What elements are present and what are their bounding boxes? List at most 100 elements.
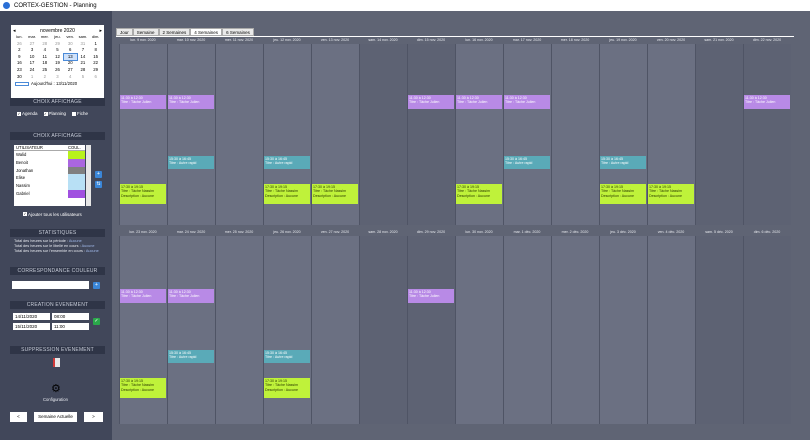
user-color-swatch[interactable] bbox=[68, 151, 85, 159]
day-column[interactable] bbox=[743, 236, 791, 424]
calendar-event[interactable]: 11:30 à 12:30 Titre : Tâche Julien bbox=[456, 95, 502, 109]
day-column[interactable] bbox=[407, 44, 455, 225]
calendar-event[interactable]: 11:30 à 12:30 Titre : Tâche Julien bbox=[168, 289, 214, 303]
day-column[interactable] bbox=[743, 44, 791, 225]
calendar-day[interactable]: 3 bbox=[51, 74, 64, 81]
calendar-day[interactable]: 6 bbox=[64, 47, 77, 54]
calendar-event[interactable]: 11:30 à 12:30 Titre : Tâche Julien bbox=[120, 95, 166, 109]
user-row[interactable]: Jonathan bbox=[14, 166, 85, 175]
user-color-swatch[interactable] bbox=[68, 182, 85, 190]
calendar-event[interactable]: 17:30 à 19:15 Titre : Tâche Nassim Descrip… bbox=[264, 378, 310, 398]
day-column[interactable] bbox=[167, 236, 215, 424]
calendar-day[interactable]: 9 bbox=[13, 54, 26, 61]
day-column[interactable] bbox=[455, 236, 503, 424]
start-date-field[interactable]: 14/11/2020 bbox=[13, 313, 50, 320]
calendar-day[interactable]: 10 bbox=[26, 54, 39, 61]
delete-event-icon[interactable] bbox=[53, 358, 60, 367]
calendar-event[interactable]: 11:30 à 12:30 Titre : Tâche Julien bbox=[504, 95, 550, 109]
calendar-event[interactable]: 17:30 à 19:15 Titre : Tâche Nassim Descrip… bbox=[264, 184, 310, 204]
agenda-checkbox[interactable]: ✓ Agenda bbox=[17, 111, 38, 116]
calendar-event[interactable]: 17:30 à 19:15 Titre : Tâche Nassim Descrip… bbox=[600, 184, 646, 204]
calendar-event[interactable]: 15:30 à 16:45 Titre : Autre rapid bbox=[504, 156, 550, 169]
calendar-day[interactable]: 30 bbox=[64, 41, 77, 48]
calendar-day[interactable]: 6 bbox=[89, 74, 102, 81]
next-week-button[interactable]: > bbox=[84, 412, 103, 422]
calendar-day[interactable]: 12 bbox=[51, 54, 64, 61]
start-time-field[interactable]: 08:00 bbox=[52, 313, 89, 320]
calendar-day[interactable]: 19 bbox=[51, 60, 64, 67]
calendar-day[interactable]: 23 bbox=[13, 67, 26, 74]
day-column[interactable] bbox=[215, 236, 263, 424]
calendar-event[interactable]: 17:30 à 19:15 Titre : Tâche Nassim Descrip… bbox=[120, 378, 166, 398]
day-column[interactable] bbox=[359, 236, 407, 424]
end-date-field[interactable]: 15/11/2020 bbox=[13, 323, 50, 330]
calendar-day[interactable]: 16 bbox=[13, 60, 26, 67]
calendar-day[interactable]: 24 bbox=[26, 67, 39, 74]
user-color-swatch[interactable] bbox=[68, 189, 85, 198]
calendar-event[interactable]: 15:30 à 16:45 Titre : Autre rapid bbox=[168, 350, 214, 363]
calendar-day[interactable]: 5 bbox=[51, 47, 64, 54]
calendar-day[interactable]: 5 bbox=[77, 74, 90, 81]
calendar-event[interactable]: 11:30 à 12:30 Titre : Tâche Julien bbox=[408, 95, 454, 109]
day-column[interactable] bbox=[647, 236, 695, 424]
calendar-day[interactable]: 28 bbox=[77, 67, 90, 74]
calendar-event[interactable]: 15:30 à 16:45 Titre : Autre rapid bbox=[168, 156, 214, 169]
next-month-button[interactable]: ▸ bbox=[99, 28, 102, 34]
tab-day[interactable]: Jour bbox=[116, 28, 133, 36]
calendar-day[interactable]: 13 bbox=[62, 52, 78, 62]
calendar-day[interactable]: 14 bbox=[77, 54, 90, 61]
calendar-day[interactable]: 29 bbox=[89, 67, 102, 74]
user-color-swatch[interactable] bbox=[68, 166, 85, 175]
day-column[interactable] bbox=[503, 44, 551, 225]
calendar-day[interactable]: 21 bbox=[77, 60, 90, 67]
calendar-day[interactable]: 26 bbox=[13, 41, 26, 48]
calendar-event[interactable]: 11:30 à 12:30 Titre : Tâche Julien bbox=[744, 95, 790, 109]
calendar-day[interactable]: 15 bbox=[89, 54, 102, 61]
day-column[interactable] bbox=[167, 44, 215, 225]
end-time-field[interactable]: 11:00 bbox=[52, 323, 89, 330]
calendar-day[interactable]: 4 bbox=[64, 74, 77, 81]
day-column[interactable] bbox=[215, 44, 263, 225]
calendar-day[interactable]: 27 bbox=[26, 41, 39, 48]
day-column[interactable] bbox=[551, 44, 599, 225]
user-row[interactable]: Walid bbox=[14, 151, 85, 159]
calendar-day[interactable]: 28 bbox=[38, 41, 51, 48]
tab-4-weeks[interactable]: 4 Semaines bbox=[190, 28, 223, 36]
tab-week[interactable]: Semaine bbox=[132, 28, 159, 36]
day-column[interactable] bbox=[359, 44, 407, 225]
calendar-day[interactable]: 3 bbox=[26, 47, 39, 54]
calendar-day[interactable]: 30 bbox=[13, 74, 26, 81]
calendar-event[interactable]: 11:30 à 12:30 Titre : Tâche Julien bbox=[168, 95, 214, 109]
create-event-confirm-button[interactable]: ✓ bbox=[93, 318, 100, 325]
calendar-event[interactable]: 17:30 à 19:15 Titre : Tâche Nassim Descrip… bbox=[312, 184, 358, 204]
calendar-event[interactable]: 11:30 à 12:30 Titre : Tâche Julien bbox=[408, 289, 454, 303]
user-color-swatch[interactable] bbox=[68, 158, 85, 167]
calendar-day[interactable]: 26 bbox=[51, 67, 64, 74]
user-row[interactable]: Nassim bbox=[14, 182, 85, 190]
calendar-day[interactable]: 8 bbox=[89, 47, 102, 54]
color-match-add-button[interactable]: + bbox=[93, 282, 100, 289]
calendar-day[interactable]: 1 bbox=[26, 74, 39, 81]
day-column[interactable] bbox=[599, 236, 647, 424]
tab-2-weeks[interactable]: 2 Semaines bbox=[158, 28, 191, 36]
calendar-event[interactable]: 17:30 à 19:15 Titre : Tâche Nassim Descrip… bbox=[120, 184, 166, 204]
calendar-event[interactable]: 15:30 à 16:45 Titre : Autre rapid bbox=[600, 156, 646, 169]
calendar-day[interactable]: 11 bbox=[38, 54, 51, 61]
planning-checkbox[interactable]: ✓ Planning bbox=[43, 111, 66, 116]
fiche-checkbox[interactable]: Fiche bbox=[72, 111, 88, 116]
day-column[interactable] bbox=[311, 236, 359, 424]
day-column[interactable] bbox=[695, 236, 743, 424]
calendar-event[interactable]: 15:30 à 16:45 Titre : Autre rapid bbox=[264, 156, 310, 169]
user-row[interactable]: Elise bbox=[14, 174, 85, 183]
config-label[interactable]: Configuration bbox=[43, 397, 68, 402]
calendar-day[interactable]: 20 bbox=[64, 60, 77, 67]
show-all-users-checkbox[interactable]: ✓ Ajouter tous les utilisateurs bbox=[23, 212, 82, 217]
calendar-day[interactable]: 2 bbox=[38, 74, 51, 81]
calendar-day[interactable]: 4 bbox=[38, 47, 51, 54]
calendar-day[interactable]: 2 bbox=[13, 47, 26, 54]
current-week-button[interactable]: Semaine Actuelle bbox=[34, 412, 77, 422]
calendar-day[interactable]: 27 bbox=[64, 67, 77, 74]
calendar-day[interactable]: 25 bbox=[38, 67, 51, 74]
prev-month-button[interactable]: ◂ bbox=[13, 28, 16, 34]
calendar-day[interactable]: 7 bbox=[77, 47, 90, 54]
